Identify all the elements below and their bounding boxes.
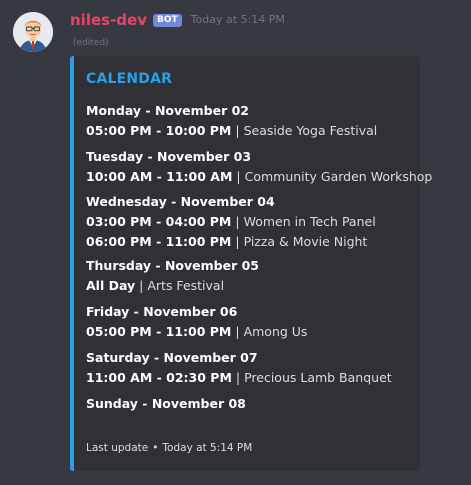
event-separator: | [139,278,144,293]
day-title: Monday - November 02 [86,103,250,118]
event-item: 05:00 PM - 11:00 PM | Among Us [86,322,416,342]
day-monday: Monday - November 02 05:00 PM - 10:00 PM… [86,101,416,141]
event-separator: | [235,123,240,138]
event-separator: | [235,214,240,229]
event-item: 06:00 PM - 11:00 PM | Pizza & Movie Nigh… [86,232,416,252]
day-wednesday: Wednesday - November 04 03:00 PM - 04:00… [86,192,416,252]
event-separator: | [236,169,241,184]
embed-footer: Last update • Today at 5:14 PM [86,441,252,455]
event-item: 11:00 AM - 02:30 PM | Precious Lamb Banq… [86,368,416,388]
event-item: 03:00 PM - 04:00 PM | Women in Tech Pane… [86,212,416,232]
event-item: 05:00 PM - 10:00 PM | Seaside Yoga Festi… [86,121,416,141]
footer-label: Last update [86,442,149,454]
event-item: 10:00 AM - 11:00 AM | Community Garden W… [86,167,432,187]
day-title: Friday - November 06 [86,304,238,319]
event-time: 05:00 PM - 10:00 PM [86,123,232,138]
day-title: Tuesday - November 03 [86,149,252,164]
event-time: 11:00 AM - 02:30 PM [86,370,232,385]
avatar[interactable] [13,12,53,52]
day-friday: Friday - November 06 05:00 PM - 11:00 PM… [86,302,416,342]
event-separator: | [235,324,240,339]
day-title: Wednesday - November 04 [86,194,275,209]
event-time: 05:00 PM - 11:00 PM [86,324,232,339]
event-item: All Day | Arts Festival [86,276,416,296]
day-tuesday: Tuesday - November 03 10:00 AM - 11:00 A… [86,147,432,187]
chat-message: niles-dev BOT Today at 5:14 PM (edited) … [0,0,471,485]
event-name: Arts Festival [147,278,225,293]
day-title: Sunday - November 08 [86,396,246,411]
footer-timestamp: Today at 5:14 PM [162,442,253,454]
embed-title: CALENDAR [86,71,173,87]
event-name: Seaside Yoga Festival [243,123,378,138]
message-timestamp[interactable]: Today at 5:14 PM [191,10,285,30]
message-header: niles-dev BOT Today at 5:14 PM [70,10,285,30]
day-sunday: Sunday - November 08 [86,394,416,414]
event-time: All Day [86,278,136,293]
event-name: Women in Tech Panel [243,214,376,229]
event-time: 10:00 AM - 11:00 AM [86,169,233,184]
footer-separator: • [152,442,159,454]
day-title: Thursday - November 05 [86,258,260,273]
day-saturday: Saturday - November 07 11:00 AM - 02:30 … [86,348,416,388]
event-separator: | [235,234,240,249]
event-time: 03:00 PM - 04:00 PM [86,214,232,229]
bot-tag: BOT [152,13,182,27]
event-separator: | [235,370,241,385]
event-name: Community Garden Workshop [244,169,433,184]
event-name: Among Us [243,324,308,339]
day-title: Saturday - November 07 [86,350,258,365]
username[interactable]: niles-dev [70,10,147,30]
event-name: Pizza & Movie Night [243,234,368,249]
event-time: 06:00 PM - 11:00 PM [86,234,232,249]
day-thursday: Thursday - November 05 All Day | Arts Fe… [86,256,416,296]
calendar-embed: CALENDAR Monday - November 02 05:00 PM -… [70,56,432,471]
edited-indicator: (edited) [73,38,109,48]
user-avatar-icon [13,12,53,52]
event-name: Precious Lamb Banquet [244,370,392,385]
